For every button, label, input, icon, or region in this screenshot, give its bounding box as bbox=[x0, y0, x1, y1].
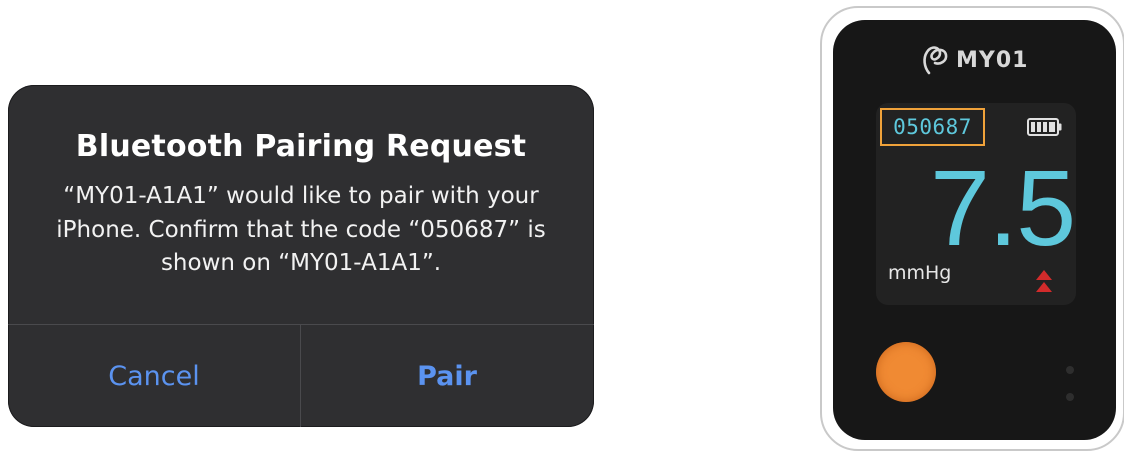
pairing-code-highlight: 050687 bbox=[880, 108, 985, 146]
pressure-unit: mmHg bbox=[888, 262, 952, 284]
double-up-arrow-icon bbox=[1036, 270, 1052, 292]
pressure-reading: 7.5 bbox=[930, 147, 1076, 268]
pair-button[interactable]: Pair bbox=[301, 325, 593, 427]
indicator-light bbox=[1066, 393, 1074, 401]
device-brand-name: MY01 bbox=[956, 47, 1029, 73]
alert-message: “MY01-A1A1” would like to pair with your… bbox=[56, 183, 546, 276]
indicator-light bbox=[1066, 366, 1074, 374]
battery-full-icon bbox=[1027, 118, 1062, 136]
device-brand: MY01 bbox=[920, 40, 1028, 80]
device-action-button[interactable] bbox=[876, 342, 936, 402]
pairing-code: 050687 bbox=[893, 115, 972, 139]
cancel-button[interactable]: Cancel bbox=[8, 325, 300, 427]
my01-logo-icon bbox=[923, 46, 948, 75]
bluetooth-pairing-alert: Bluetooth Pairing Request “MY01-A1A1” wo… bbox=[8, 85, 594, 427]
alert-title: Bluetooth Pairing Request bbox=[75, 129, 527, 164]
